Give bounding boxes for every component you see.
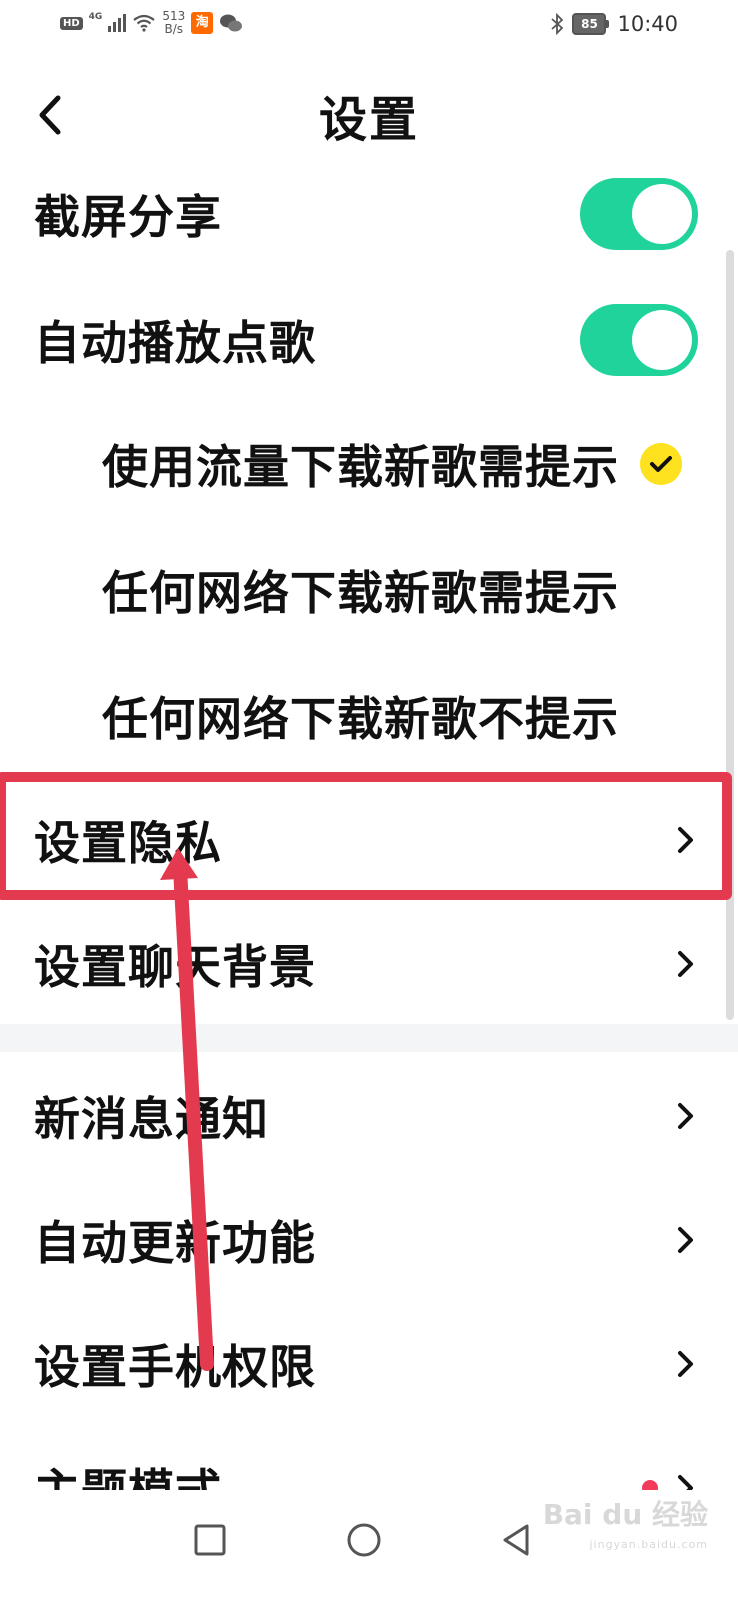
taobao-icon: 淘 xyxy=(191,12,214,34)
download-option-label: 任何网络下载新歌不提示 xyxy=(102,692,619,746)
new-message-notification-row[interactable]: 新消息通知 xyxy=(0,1054,738,1178)
screenshot-share-toggle[interactable] xyxy=(580,178,698,250)
square-icon xyxy=(194,1524,226,1556)
page-title: 设置 xyxy=(318,92,419,148)
phone-permissions-row[interactable]: 设置手机权限 xyxy=(0,1302,738,1426)
circle-icon xyxy=(347,1523,381,1557)
auto-update-row[interactable]: 自动更新功能 xyxy=(0,1178,738,1302)
section-divider xyxy=(0,1024,738,1052)
phone-permissions-label: 设置手机权限 xyxy=(34,1340,316,1394)
new-message-notification-label: 新消息通知 xyxy=(34,1092,269,1146)
screenshot-share-label: 截屏分享 xyxy=(34,190,222,244)
back-button[interactable] xyxy=(486,1510,546,1570)
bluetooth-icon xyxy=(551,13,564,35)
auto-update-label: 自动更新功能 xyxy=(34,1216,316,1270)
battery-level: 85 xyxy=(572,13,607,35)
chevron-right-icon xyxy=(678,1227,693,1253)
status-bar: HD 4G 513 B/s 淘 85 10:40 xyxy=(0,0,738,56)
screenshot-share-row: 截屏分享 xyxy=(0,152,738,276)
download-option-any-no-prompt[interactable]: 任何网络下载新歌不提示 xyxy=(0,654,738,778)
download-option-label: 使用流量下载新歌需提示 xyxy=(102,440,619,494)
autoplay-song-row: 自动播放点歌 xyxy=(0,278,738,402)
chat-background-row[interactable]: 设置聊天背景 xyxy=(0,902,738,1026)
battery-icon: 85 xyxy=(572,13,610,35)
hd-badge: HD xyxy=(60,16,83,30)
header: 设置 xyxy=(0,70,738,160)
network-speed: 513 B/s xyxy=(162,9,186,36)
download-option-label: 任何网络下载新歌需提示 xyxy=(102,566,619,620)
chat-background-label: 设置聊天背景 xyxy=(34,940,316,994)
chevron-right-icon xyxy=(678,1351,693,1377)
check-icon xyxy=(640,443,682,485)
clock: 10:40 xyxy=(617,12,678,36)
triangle-back-icon xyxy=(503,1524,529,1556)
chevron-right-icon xyxy=(678,1103,693,1129)
autoplay-song-toggle[interactable] xyxy=(580,304,698,376)
download-option-cellular-prompt[interactable]: 使用流量下载新歌需提示 xyxy=(0,402,738,526)
download-option-any-prompt[interactable]: 任何网络下载新歌需提示 xyxy=(0,528,738,652)
signal-icon xyxy=(108,14,127,32)
scrollbar[interactable] xyxy=(726,250,734,1020)
autoplay-song-label: 自动播放点歌 xyxy=(34,316,316,370)
home-button[interactable] xyxy=(334,1510,394,1570)
wifi-icon xyxy=(133,14,156,32)
annotation-highlight-box xyxy=(0,772,732,900)
recent-apps-button[interactable] xyxy=(180,1510,240,1570)
system-nav-bar: Bai du 经验 jingyan.baidu.com xyxy=(0,1490,738,1600)
network-type: 4G xyxy=(88,12,103,22)
wechat-icon xyxy=(220,14,243,32)
chevron-right-icon xyxy=(678,951,693,977)
baidu-watermark: Bai du 经验 jingyan.baidu.com xyxy=(542,1498,708,1552)
